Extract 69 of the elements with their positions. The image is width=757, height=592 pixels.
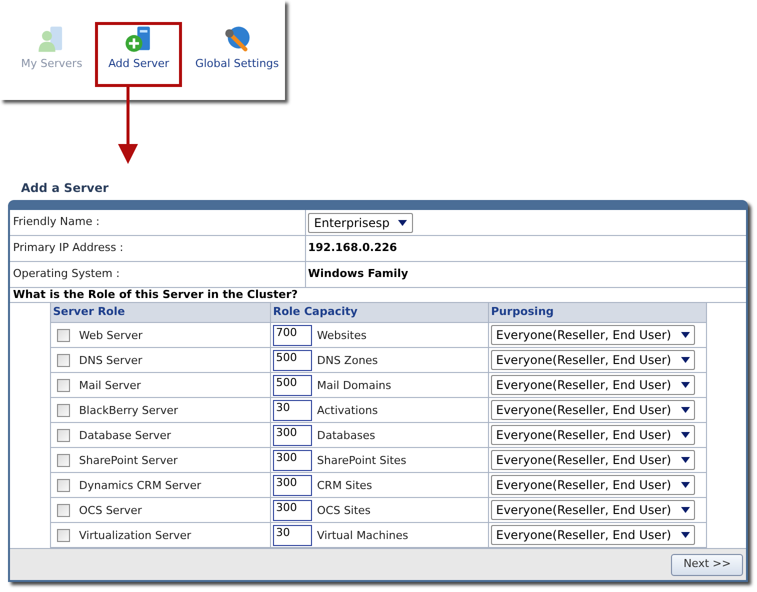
capacity-field[interactable]: 300 (273, 450, 312, 470)
caret-icon (681, 432, 690, 438)
caret-icon (398, 220, 407, 226)
column-header: Role Capacity (273, 304, 358, 320)
caret-icon (681, 532, 690, 538)
role-checkbox[interactable] (57, 528, 70, 542)
field-value: 192.168.0.226 (308, 240, 398, 256)
field-value: Windows Family (308, 266, 408, 282)
capacity-field[interactable]: 30 (273, 400, 312, 420)
role-checkbox[interactable] (57, 378, 70, 392)
toolbar-button[interactable]: Add Server (95, 22, 182, 87)
capacity-unit: CRM Sites (317, 478, 372, 494)
role-checkbox[interactable] (57, 328, 70, 342)
purposing-dropdown[interactable]: Everyone(Reseller, End User) (491, 325, 696, 345)
capacity-field[interactable]: 500 (273, 350, 312, 370)
role-checkbox[interactable] (57, 454, 70, 466)
panel-title: Add a Server (20, 180, 110, 197)
role-checkbox[interactable] (57, 404, 70, 416)
column-header: Purposing (491, 304, 554, 320)
role-checkbox[interactable] (57, 504, 70, 516)
caret-icon (681, 407, 690, 413)
capacity-field[interactable]: 300 (273, 500, 312, 520)
role-name: SharePoint Server (79, 453, 178, 470)
capacity-unit: DNS Zones (317, 353, 378, 370)
role-checkbox[interactable] (57, 478, 70, 492)
field-label: Primary IP Address : (13, 240, 124, 256)
capacity-unit: OCS Sites (317, 503, 371, 520)
role-name: BlackBerry Server (79, 403, 178, 420)
field-label: Operating System : (13, 266, 120, 282)
role-name: Virtualization Server (79, 528, 192, 544)
purposing-dropdown[interactable]: Everyone(Reseller, End User) (491, 500, 696, 520)
purposing-dropdown[interactable]: Everyone(Reseller, End User) (491, 525, 696, 545)
caret-icon (681, 332, 690, 338)
capacity-unit: Websites (317, 328, 367, 344)
capacity-field[interactable]: 700 (273, 324, 312, 346)
column-header: Server Role (53, 304, 125, 320)
purposing-dropdown[interactable]: Everyone(Reseller, End User) (491, 450, 696, 470)
role-question: What is the Role of this Server in the Cluster? (13, 286, 298, 303)
capacity-unit: Databases (317, 428, 376, 444)
capacity-field[interactable]: 30 (273, 524, 312, 546)
purposing-dropdown[interactable]: Everyone(Reseller, End User) (491, 350, 696, 370)
caret-icon (681, 507, 690, 513)
role-checkbox[interactable] (57, 428, 70, 442)
role-name: DNS Server (79, 353, 142, 370)
purposing-dropdown[interactable]: Everyone(Reseller, End User) (491, 475, 696, 495)
caret-icon (681, 382, 690, 388)
friendly-name-dropdown[interactable]: Enterprisesp (308, 212, 413, 232)
role-name: Web Server (79, 328, 143, 344)
role-name: Mail Server (79, 378, 141, 394)
next-button[interactable]: Next >> (671, 554, 743, 576)
capacity-unit: SharePoint Sites (317, 453, 406, 470)
toolbar-button[interactable]: Global Settings (182, 22, 292, 87)
capacity-field[interactable]: 500 (273, 374, 312, 396)
purposing-dropdown[interactable]: Everyone(Reseller, End User) (491, 375, 696, 395)
caret-icon (681, 482, 690, 488)
capacity-field[interactable]: 300 (273, 474, 312, 496)
purposing-dropdown[interactable]: Everyone(Reseller, End User) (491, 400, 696, 420)
role-checkbox[interactable] (57, 354, 70, 366)
purposing-dropdown[interactable]: Everyone(Reseller, End User) (491, 425, 696, 445)
role-name: OCS Server (79, 503, 142, 520)
role-name: Dynamics CRM Server (79, 478, 202, 494)
caret-icon (681, 357, 690, 363)
field-label: Friendly Name : (13, 214, 100, 230)
capacity-field[interactable]: 300 (273, 424, 312, 446)
capacity-unit: Mail Domains (317, 378, 392, 394)
capacity-unit: Activations (317, 403, 378, 420)
role-name: Database Server (79, 428, 172, 444)
caret-icon (681, 457, 690, 463)
capacity-unit: Virtual Machines (317, 528, 408, 544)
